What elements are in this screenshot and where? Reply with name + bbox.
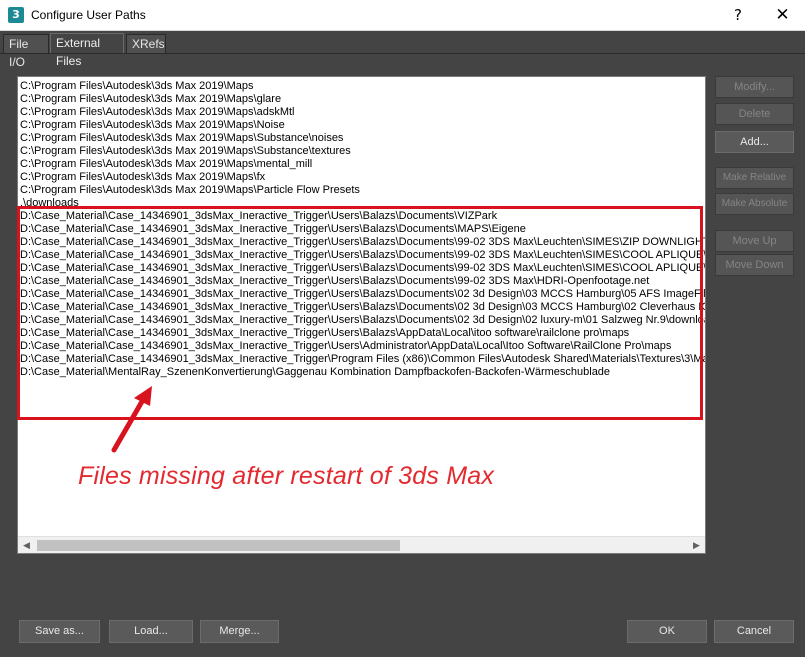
- cancel-button[interactable]: Cancel: [714, 620, 794, 643]
- scrollbar-thumb[interactable]: [37, 540, 400, 551]
- scroll-left-icon[interactable]: ◀: [18, 537, 35, 553]
- horizontal-scrollbar[interactable]: ◀ ▶: [18, 536, 705, 553]
- make-absolute-button[interactable]: Make Absolute: [715, 193, 794, 215]
- save-as-button[interactable]: Save as...: [19, 620, 100, 643]
- path-list-item[interactable]: .\downloads: [20, 197, 705, 210]
- tab-xrefs[interactable]: XRefs: [126, 34, 166, 54]
- modify-button[interactable]: Modify...: [715, 76, 794, 98]
- path-list-item[interactable]: D:\Case_Material\Case_14346901_3dsMax_In…: [20, 275, 705, 288]
- tab-external-files[interactable]: External Files: [50, 33, 124, 68]
- path-list-item[interactable]: C:\Program Files\Autodesk\3ds Max 2019\M…: [20, 93, 705, 106]
- path-list-item[interactable]: D:\Case_Material\Case_14346901_3dsMax_In…: [20, 314, 705, 327]
- path-list-item[interactable]: D:\Case_Material\MentalRay_SzenenKonvert…: [20, 366, 705, 379]
- title-bar: 3 Configure User Paths ? ✕: [0, 0, 805, 31]
- path-list-item[interactable]: C:\Program Files\Autodesk\3ds Max 2019\M…: [20, 132, 705, 145]
- delete-button[interactable]: Delete: [715, 103, 794, 125]
- path-list-item[interactable]: C:\Program Files\Autodesk\3ds Max 2019\M…: [20, 171, 705, 184]
- path-list-item[interactable]: C:\Program Files\Autodesk\3ds Max 2019\M…: [20, 158, 705, 171]
- help-button[interactable]: ?: [716, 0, 760, 31]
- path-list-item[interactable]: D:\Case_Material\Case_14346901_3dsMax_In…: [20, 340, 705, 353]
- ok-button[interactable]: OK: [627, 620, 707, 643]
- move-up-button[interactable]: Move Up: [715, 230, 794, 252]
- scroll-right-icon[interactable]: ▶: [688, 537, 705, 553]
- path-list-item[interactable]: D:\Case_Material\Case_14346901_3dsMax_In…: [20, 236, 705, 249]
- path-list-item[interactable]: D:\Case_Material\Case_14346901_3dsMax_In…: [20, 288, 705, 301]
- add-button[interactable]: Add...: [715, 131, 794, 153]
- path-list-item[interactable]: C:\Program Files\Autodesk\3ds Max 2019\M…: [20, 106, 705, 119]
- modify-button-label: Modify...: [734, 81, 775, 93]
- make-relative-button[interactable]: Make Relative: [715, 167, 794, 189]
- make-absolute-label: Make Absolute: [721, 198, 788, 209]
- path-list-item[interactable]: D:\Case_Material\Case_14346901_3dsMax_In…: [20, 353, 705, 366]
- path-list-item[interactable]: C:\Program Files\Autodesk\3ds Max 2019\M…: [20, 145, 705, 158]
- delete-button-label: Delete: [738, 108, 771, 120]
- add-button-label: Add...: [740, 136, 769, 148]
- path-list-item[interactable]: D:\Case_Material\Case_14346901_3dsMax_In…: [20, 327, 705, 340]
- move-up-label: Move Up: [732, 235, 777, 247]
- 3dsmax-app-icon: 3: [8, 7, 24, 23]
- path-list-item[interactable]: C:\Program Files\Autodesk\3ds Max 2019\M…: [20, 80, 705, 93]
- load-button[interactable]: Load...: [109, 620, 193, 643]
- tab-divider: [0, 53, 805, 54]
- path-list-item[interactable]: D:\Case_Material\Case_14346901_3dsMax_In…: [20, 223, 705, 236]
- merge-button[interactable]: Merge...: [200, 620, 279, 643]
- path-list-item[interactable]: C:\Program Files\Autodesk\3ds Max 2019\M…: [20, 184, 705, 197]
- move-down-label: Move Down: [725, 259, 784, 271]
- tab-file-io[interactable]: File I/O: [3, 34, 49, 69]
- path-list-item[interactable]: D:\Case_Material\Case_14346901_3dsMax_In…: [20, 210, 705, 223]
- window-title: Configure User Paths: [31, 8, 146, 22]
- path-list-item[interactable]: D:\Case_Material\Case_14346901_3dsMax_In…: [20, 262, 705, 275]
- path-list-item[interactable]: D:\Case_Material\Case_14346901_3dsMax_In…: [20, 301, 705, 314]
- tab-strip: File I/O External Files XRefs: [0, 31, 805, 69]
- path-list-item[interactable]: D:\Case_Material\Case_14346901_3dsMax_In…: [20, 249, 705, 262]
- path-list-item[interactable]: C:\Program Files\Autodesk\3ds Max 2019\M…: [20, 119, 705, 132]
- close-button[interactable]: ✕: [760, 0, 805, 31]
- move-down-button[interactable]: Move Down: [715, 254, 794, 276]
- annotation-text: Files missing after restart of 3ds Max: [78, 462, 495, 490]
- make-relative-label: Make Relative: [722, 172, 787, 183]
